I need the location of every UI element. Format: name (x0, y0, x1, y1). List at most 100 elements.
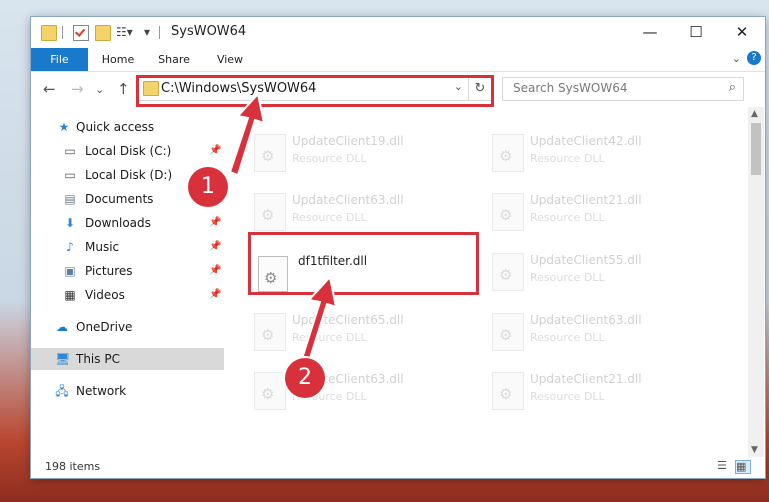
search-icon[interactable]: ⌕ (729, 80, 736, 95)
sidebar-item-label: This PC (76, 352, 120, 366)
pin-icon[interactable]: 📌 (209, 260, 221, 282)
tab-home[interactable]: Home (93, 48, 143, 71)
close-button[interactable]: ✕ (719, 17, 765, 48)
sidebar-item-quick-access[interactable]: ★ Quick access (31, 116, 224, 138)
drive-icon: ▭ (64, 168, 76, 182)
forward-button[interactable]: → (71, 80, 84, 98)
sidebar-item-label: Quick access (76, 120, 155, 134)
dll-file-icon (254, 134, 286, 172)
address-highlight-box (136, 75, 494, 107)
file-name: UpdateClient19.dll (292, 134, 404, 148)
list-item[interactable]: UpdateClient42.dll Resource DLL (482, 128, 682, 180)
customize-toolbar-icon[interactable]: ☷▾ (116, 25, 133, 39)
file-name: UpdateClient63.dll (530, 313, 642, 327)
sidebar-item-local-disk-c[interactable]: ▭ Local Disk (C:) 📌 (31, 140, 224, 162)
scroll-thumb[interactable] (751, 123, 761, 175)
sidebar-item-label: OneDrive (76, 320, 133, 334)
sidebar-item-label: Music (85, 240, 120, 254)
tab-view[interactable]: View (205, 48, 255, 71)
ribbon-tabs: File Home Share View ⌄ ? (31, 48, 765, 72)
documents-icon: ▤ (64, 192, 76, 206)
list-item[interactable]: UpdateClient19.dll Resource DLL (244, 128, 444, 180)
sidebar-item-label: Downloads (85, 216, 151, 230)
dll-file-icon (492, 372, 524, 410)
dll-file-icon (254, 372, 286, 410)
sidebar-item-label: Videos (85, 288, 125, 302)
up-button[interactable]: ↑ (117, 80, 130, 98)
collapse-ribbon-icon[interactable]: ⌄ (732, 52, 741, 65)
folder-icon (41, 25, 57, 41)
network-icon: 🖧 (55, 384, 69, 398)
list-item[interactable]: UpdateClient63.dll Resource DLL (244, 366, 444, 418)
tab-file[interactable]: File (31, 48, 88, 71)
download-icon: ⬇ (64, 216, 76, 230)
sidebar-item-label: Network (76, 384, 127, 398)
sidebar-item-onedrive[interactable]: ☁ OneDrive (31, 316, 224, 338)
dll-file-icon (254, 193, 286, 231)
tiles-view-icon[interactable]: ▦ (735, 460, 751, 474)
recent-locations-dropdown[interactable]: ⌄ (95, 83, 104, 96)
star-icon: ★ (58, 120, 70, 134)
file-name: UpdateClient42.dll (530, 134, 642, 148)
cloud-icon: ☁ (56, 320, 68, 334)
tab-share[interactable]: Share (149, 48, 199, 71)
maximize-button[interactable]: ☐ (673, 17, 719, 48)
file-type: Resource DLL (292, 211, 367, 224)
item-count: 198 items (45, 460, 101, 473)
scroll-down-icon[interactable]: ▼ (751, 445, 758, 455)
dll-file-icon (492, 193, 524, 231)
new-folder-icon[interactable] (95, 25, 111, 41)
drive-icon: ▭ (64, 144, 76, 158)
search-input[interactable] (511, 80, 715, 96)
step-badge-1: 1 (188, 167, 228, 207)
sidebar-item-videos[interactable]: ▦ Videos 📌 (31, 284, 224, 306)
navigation-pane: ★ Quick access ▭ Local Disk (C:) 📌 ▭ Loc… (31, 107, 224, 457)
list-item[interactable]: UpdateClient63.dll Resource DLL (482, 307, 682, 359)
title-separator (62, 26, 63, 39)
file-type: Resource DLL (292, 331, 367, 344)
sidebar-item-label: Documents (85, 192, 154, 206)
computer-icon: 🖥 (55, 352, 71, 366)
pin-icon[interactable]: 📌 (209, 284, 221, 306)
details-view-icon[interactable]: ☰ (717, 460, 731, 472)
file-name: UpdateClient65.dll (292, 313, 404, 327)
title-separator (159, 26, 160, 39)
sidebar-item-label: Local Disk (D:) (85, 168, 173, 182)
file-name: UpdateClient55.dll (530, 253, 642, 267)
back-button[interactable]: ← (43, 80, 56, 98)
pin-icon[interactable]: 📌 (209, 236, 221, 258)
scroll-up-icon[interactable]: ▲ (751, 109, 758, 119)
properties-check-icon[interactable] (73, 25, 89, 41)
vertical-scrollbar[interactable]: ▲ ▼ (748, 107, 764, 457)
videos-icon: ▦ (64, 288, 76, 302)
window-title: SysWOW64 (171, 24, 247, 39)
title-bar: ☷▾ ▾ SysWOW64 — ☐ ✕ (31, 17, 765, 48)
file-type: Resource DLL (530, 152, 605, 165)
sidebar-item-network[interactable]: 🖧 Network (31, 380, 224, 402)
file-type: Resource DLL (530, 331, 605, 344)
toolbar-dropdown-icon[interactable]: ▾ (144, 25, 158, 39)
list-item[interactable]: UpdateClient55.dll Resource DLL (482, 247, 682, 299)
dll-file-icon (492, 313, 524, 351)
sidebar-item-pictures[interactable]: ▣ Pictures 📌 (31, 260, 224, 282)
pictures-icon: ▣ (64, 264, 76, 278)
list-item[interactable]: UpdateClient21.dll Resource DLL (482, 187, 682, 239)
search-box[interactable]: ⌕ (502, 77, 744, 101)
file-type: Resource DLL (530, 271, 605, 284)
sidebar-item-downloads[interactable]: ⬇ Downloads 📌 (31, 212, 224, 234)
music-icon: ♪ (66, 240, 74, 254)
pin-icon[interactable]: 📌 (209, 140, 221, 162)
sidebar-item-this-pc[interactable]: 🖥 This PC (31, 348, 224, 370)
sidebar-item-music[interactable]: ♪ Music 📌 (31, 236, 224, 258)
pin-icon[interactable]: 📌 (209, 212, 221, 234)
file-type: Resource DLL (292, 152, 367, 165)
file-type: Resource DLL (530, 390, 605, 403)
status-bar: 198 items ☰ ▦ (31, 457, 765, 478)
file-name: UpdateClient21.dll (530, 193, 642, 207)
minimize-button[interactable]: — (627, 17, 673, 48)
list-item[interactable]: UpdateClient65.dll Resource DLL (244, 307, 444, 359)
file-type: Resource DLL (530, 211, 605, 224)
help-icon[interactable]: ? (747, 51, 761, 65)
file-name: UpdateClient21.dll (530, 372, 642, 386)
list-item[interactable]: UpdateClient21.dll Resource DLL (482, 366, 682, 418)
